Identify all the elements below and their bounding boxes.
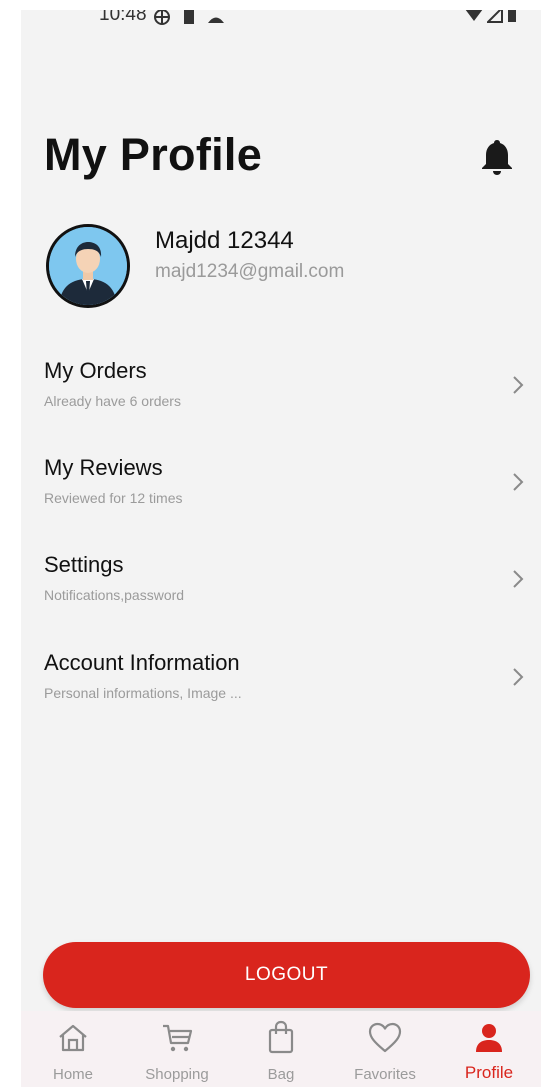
bell-icon[interactable] (480, 138, 514, 176)
user-name: Majdd 12344 (155, 227, 294, 254)
chevron-right-icon (513, 668, 524, 686)
menu-item-my-reviews[interactable]: My Reviews Reviewed for 12 times (21, 455, 541, 535)
user-avatar-illustration (49, 227, 127, 305)
nav-item-profile[interactable]: Profile (437, 1011, 541, 1087)
sim-icon (184, 10, 194, 24)
nav-item-favorites[interactable]: Favorites (333, 1011, 437, 1087)
menu-item-subtitle: Already have 6 orders (44, 393, 181, 409)
nav-item-shopping[interactable]: Shopping (125, 1011, 229, 1087)
nav-label: Shopping (145, 1066, 209, 1083)
status-time: 10:48 (99, 10, 147, 25)
page-title: My Profile (44, 129, 263, 180)
nav-label: Home (52, 1066, 93, 1083)
nav-item-home[interactable]: Home (21, 1011, 125, 1087)
status-system-icons (465, 10, 517, 23)
status-bar: 10:48 (21, 10, 541, 28)
wifi-icon (465, 10, 483, 21)
home-icon (59, 1024, 87, 1052)
menu-item-title: Account Information (44, 650, 240, 675)
logout-button[interactable]: LOGOUT (43, 942, 530, 1008)
menu-item-subtitle: Personal informations, Image ... (44, 685, 242, 701)
menu-item-subtitle: Notifications,password (44, 587, 185, 603)
heart-icon (368, 1022, 402, 1053)
account-icon (208, 17, 224, 23)
menu-item-title: My Reviews (44, 455, 163, 480)
bag-icon (268, 1020, 294, 1054)
menu-item-title: Settings (44, 552, 124, 577)
chevron-right-icon (513, 570, 524, 588)
vpn-icon (154, 10, 170, 25)
menu-item-my-orders[interactable]: My Orders Already have 6 orders (21, 358, 541, 438)
nav-label: Favorites (354, 1066, 416, 1083)
cart-icon (163, 1024, 193, 1052)
person-icon (476, 1024, 502, 1052)
nav-label: Profile (464, 1063, 514, 1082)
signal-icon (487, 10, 503, 23)
menu-item-subtitle: Reviewed for 12 times (44, 490, 183, 506)
chevron-right-icon (513, 473, 524, 491)
status-notification-icons (153, 10, 225, 26)
battery-icon (508, 10, 516, 22)
user-email: majd1234@gmail.com (155, 261, 345, 282)
profile-screen: 10:48 My Profile Majdd 12344 majd1234@gm… (21, 10, 541, 1087)
avatar (46, 224, 130, 308)
menu-item-account-information[interactable]: Account Information Personal information… (21, 650, 541, 730)
chevron-right-icon (513, 376, 524, 394)
nav-label: Bag (267, 1066, 295, 1083)
bottom-navigation: Home Shopping Bag Favorites Profile (21, 1011, 541, 1087)
nav-item-bag[interactable]: Bag (229, 1011, 333, 1087)
menu-item-title: My Orders (44, 358, 147, 383)
menu-item-settings[interactable]: Settings Notifications,password (21, 552, 541, 632)
